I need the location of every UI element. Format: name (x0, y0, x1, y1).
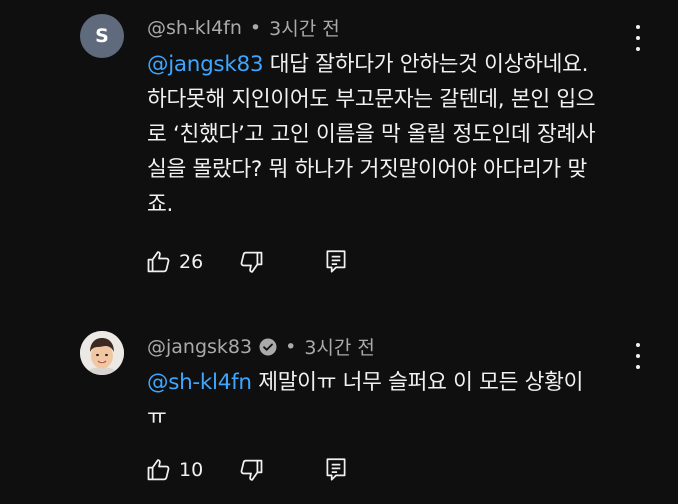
kebab-dot (636, 25, 640, 29)
reply-icon (326, 458, 346, 481)
avatar[interactable]: S (80, 14, 124, 58)
kebab-dot (636, 343, 640, 347)
thumb-up-icon (147, 251, 170, 273)
comment-line: 죠. (147, 192, 174, 217)
mention-link[interactable]: @sh-kl4fn (147, 370, 252, 395)
thumb-down-icon (240, 251, 263, 273)
comment-line-text: 대답 잘하다가 안하는것 이상하네요. (263, 52, 589, 77)
comment-line: @sh-kl4fn 제말이ㅠ 너무 슬퍼요 이 모든 상황이 (147, 365, 637, 400)
reply-icon (326, 250, 346, 273)
verified-check-icon (259, 338, 277, 355)
comment-line: 로 ‘친했다’고 고인 이름을 막 올릴 정도인데 장례사 (147, 122, 596, 147)
thumb-up-icon (147, 459, 170, 481)
comment-actions: 26 (145, 247, 349, 277)
kebab-dot (636, 36, 640, 40)
separator-dot: • (249, 16, 262, 39)
comment-header: @jangsk83 • 3시간 전 (147, 333, 375, 360)
comment-line-text: 제말이ㅠ 너무 슬퍼요 이 모든 상황이 (251, 370, 584, 395)
separator-dot: • (285, 335, 297, 358)
dislike-button[interactable] (237, 456, 265, 484)
like-button[interactable]: 10 (145, 456, 203, 484)
timestamp[interactable]: 3시간 전 (304, 333, 375, 360)
comment-line: ㅠ (147, 405, 167, 430)
avatar[interactable] (80, 331, 124, 375)
thumb-down-icon (240, 459, 263, 481)
timestamp[interactable]: 3시간 전 (269, 14, 340, 41)
like-count: 10 (179, 459, 204, 481)
comment-text: @jangsk83 대답 잘하다가 안하는것 이상하네요. 하다못해 지인이어도… (147, 47, 637, 222)
like-button[interactable]: 26 (145, 248, 203, 276)
mention-link[interactable]: @jangsk83 (147, 52, 264, 77)
avatar-letter: S (95, 25, 109, 47)
avatar-photo (80, 331, 124, 375)
like-count: 26 (179, 251, 204, 273)
comment-line: 실을 몰랐다? 뭐 하나가 거짓말이어야 아다리가 맞 (147, 157, 587, 182)
comment-actions: 10 (145, 455, 349, 485)
comment-header: @sh-kl4fn • 3시간 전 (147, 14, 340, 41)
author-name[interactable]: @sh-kl4fn (147, 17, 242, 39)
reply-button[interactable] (323, 248, 349, 276)
dislike-button[interactable] (237, 248, 265, 276)
author-name[interactable]: @jangsk83 (147, 336, 252, 358)
kebab-dot (636, 354, 640, 358)
comment-line: @jangsk83 대답 잘하다가 안하는것 이상하네요. (147, 47, 637, 82)
reply-button[interactable] (323, 456, 349, 484)
comment-line: 하다못해 지인이어도 부고문자는 갈텐데, 본인 입으 (147, 87, 596, 112)
comment-text: @sh-kl4fn 제말이ㅠ 너무 슬퍼요 이 모든 상황이 ㅠ (147, 365, 637, 435)
